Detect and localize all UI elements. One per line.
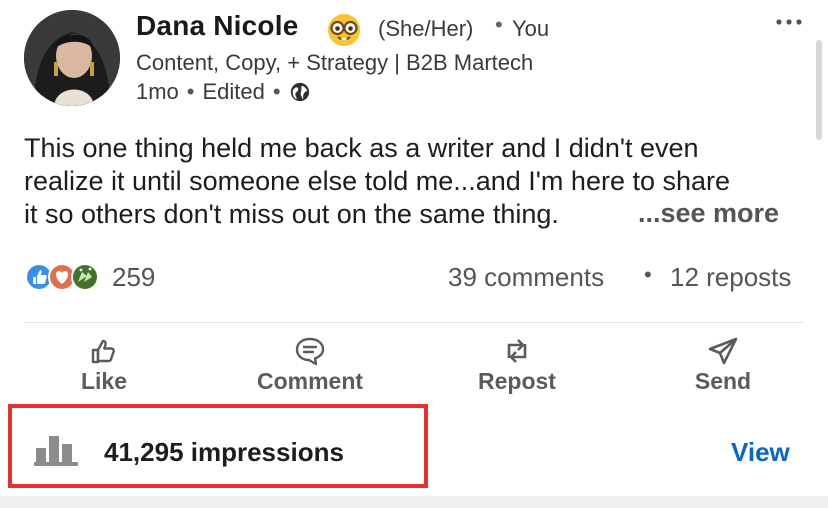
author-headline: Content, Copy, + Strategy | B2B Martech [136, 50, 534, 75]
comment-icon [295, 337, 325, 366]
like-label: Like [80, 368, 128, 394]
avatar-photo [24, 10, 120, 106]
view-analytics-link[interactable]: View [731, 437, 790, 468]
globe-icon [290, 82, 309, 102]
reaction-icons[interactable] [24, 260, 110, 294]
author-pronouns: (She/Her) [378, 16, 474, 41]
send-button[interactable]: Send [663, 336, 783, 398]
separator-dot: • [495, 12, 503, 37]
send-label: Send [694, 368, 752, 394]
feed-separator [0, 496, 828, 508]
post-time: 1mo [136, 79, 179, 104]
separator-dot: • [644, 262, 652, 287]
nerd-face-emoji-icon [328, 14, 360, 46]
edited-label: Edited [202, 79, 265, 104]
scrollbar[interactable] [816, 40, 822, 140]
comment-label: Comment [256, 368, 364, 394]
repost-icon [507, 339, 527, 363]
author-name[interactable]: Dana Nicole [136, 10, 298, 42]
more-horizontal-icon[interactable] [774, 14, 804, 30]
repost-label: Repost [478, 368, 556, 394]
send-icon [708, 337, 738, 365]
separator-dot: • [272, 79, 281, 104]
reposts-count[interactable]: 12 reposts [670, 262, 791, 293]
repost-button[interactable]: Repost [457, 336, 577, 398]
impressions-count: 41,295 impressions [104, 437, 344, 467]
post-text-line: realize it until someone else told me...… [24, 166, 731, 196]
divider [24, 322, 804, 323]
comment-button[interactable]: Comment [250, 336, 370, 398]
reaction-count[interactable]: 259 [112, 262, 155, 293]
avatar[interactable] [24, 10, 120, 106]
celebrate-reaction-icon [71, 263, 99, 291]
like-button[interactable]: Like [44, 336, 164, 398]
bar-chart-icon [34, 436, 78, 466]
separator-dot: • [186, 79, 195, 104]
see-more-link[interactable]: ...see more [638, 198, 779, 229]
author-relation: You [512, 16, 550, 41]
thumbs-up-icon [91, 339, 115, 364]
comments-count[interactable]: 39 comments [448, 262, 604, 293]
post-text-line: This one thing held me back as a writer … [24, 133, 699, 163]
post-meta: 1mo • Edited • [136, 79, 311, 105]
